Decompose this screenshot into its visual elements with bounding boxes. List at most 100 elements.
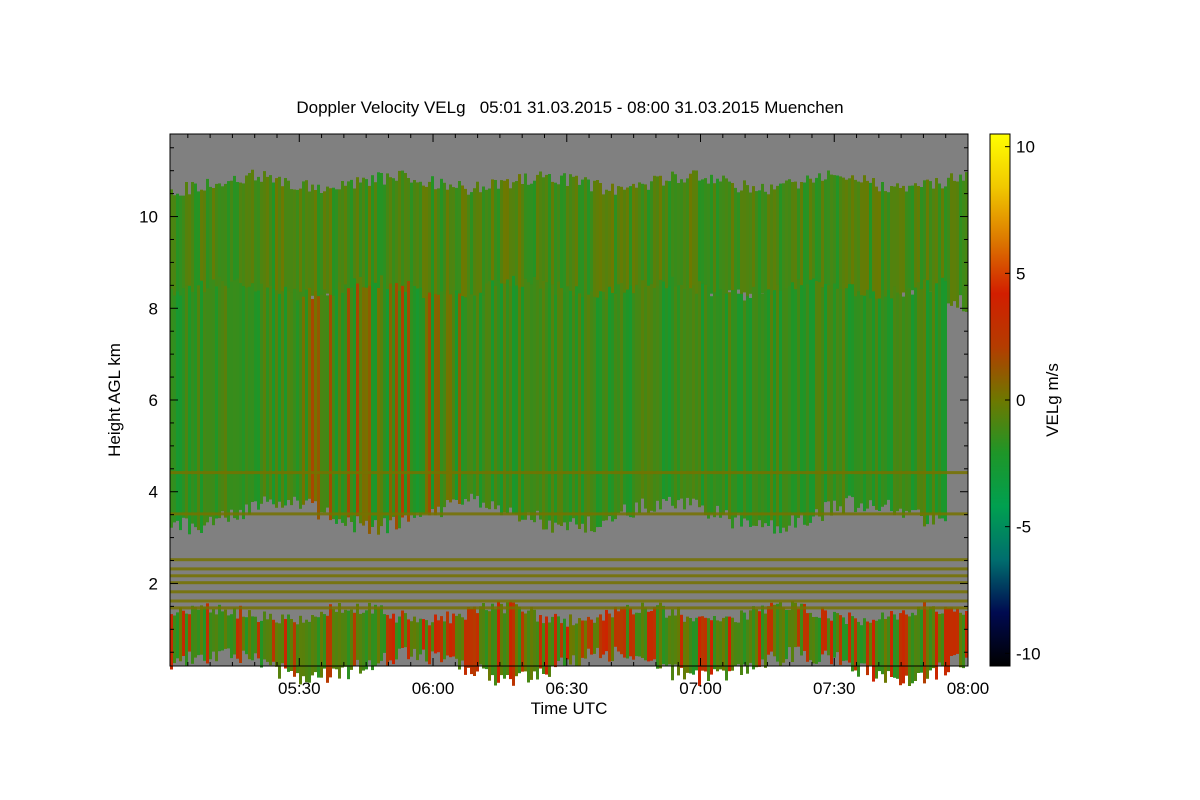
y-tick-label: 2 — [149, 574, 158, 593]
velocity-column — [704, 617, 707, 672]
velocity-column — [455, 615, 458, 659]
velocity-column — [434, 189, 437, 312]
clutter-band — [170, 590, 968, 594]
velocity-column — [749, 610, 752, 663]
velocity-column — [347, 181, 350, 304]
velocity-column — [890, 186, 893, 310]
velocity-column — [749, 298, 752, 527]
x-tick-label: 06:00 — [412, 679, 455, 698]
velocity-column — [590, 191, 593, 305]
velocity-column — [206, 288, 209, 523]
velocity-column — [305, 619, 308, 683]
velocity-column — [800, 603, 803, 656]
velocity-column — [539, 615, 542, 669]
colorbar-label: VELg m/s — [1043, 363, 1062, 437]
velocity-column — [653, 288, 656, 512]
velocity-column — [737, 622, 740, 664]
y-tick-label: 6 — [149, 391, 158, 410]
velocity-column — [236, 618, 239, 659]
velocity-column — [743, 300, 746, 519]
velocity-column — [893, 614, 896, 678]
velocity-column — [233, 280, 236, 519]
velocity-column — [440, 291, 443, 518]
velocity-column — [422, 298, 425, 514]
velocity-column — [383, 280, 386, 519]
colorbar-tick-label: -5 — [1016, 518, 1031, 537]
velocity-column — [728, 181, 731, 291]
velocity-column — [914, 615, 917, 681]
velocity-column — [341, 181, 344, 304]
velocity-column — [785, 180, 788, 304]
velocity-column — [719, 181, 722, 299]
velocity-column — [686, 178, 689, 307]
velocity-column — [347, 610, 350, 680]
velocity-column — [650, 284, 653, 511]
velocity-column — [365, 287, 368, 521]
velocity-column — [683, 621, 686, 680]
velocity-column — [716, 620, 719, 672]
velocity-column — [596, 617, 599, 648]
velocity-column — [323, 191, 326, 292]
velocity-column — [740, 190, 743, 298]
velocity-column — [734, 187, 737, 296]
velocity-column — [524, 278, 527, 520]
velocity-column — [725, 293, 728, 511]
velocity-column — [935, 178, 938, 296]
velocity-column — [719, 289, 722, 518]
velocity-column — [869, 622, 872, 666]
velocity-column — [755, 609, 758, 668]
clutter-band — [170, 471, 968, 475]
velocity-column — [317, 617, 320, 678]
velocity-column — [371, 282, 374, 527]
velocity-column — [392, 613, 395, 665]
velocity-column — [806, 613, 809, 662]
velocity-column — [818, 282, 821, 517]
velocity-column — [827, 618, 830, 656]
velocity-column — [938, 278, 941, 519]
velocity-column — [500, 180, 503, 297]
velocity-column — [347, 288, 350, 518]
velocity-column — [731, 290, 734, 529]
velocity-column — [899, 188, 902, 295]
velocity-column — [314, 291, 317, 502]
velocity-column — [656, 286, 659, 501]
velocity-column — [872, 619, 875, 682]
velocity-column — [866, 289, 869, 509]
velocity-column — [929, 181, 932, 292]
velocity-column — [779, 183, 782, 302]
velocity-column — [608, 286, 611, 517]
velocity-column — [896, 619, 899, 679]
velocity-column — [815, 281, 818, 510]
velocity-column — [635, 284, 638, 503]
velocity-column — [512, 602, 515, 686]
velocity-column — [368, 602, 371, 661]
velocity-column — [326, 295, 329, 508]
velocity-column — [935, 283, 938, 515]
velocity-column — [662, 605, 665, 664]
velocity-column — [485, 610, 488, 670]
velocity-column — [458, 181, 461, 312]
velocity-column — [695, 293, 698, 500]
velocity-column — [494, 286, 497, 510]
velocity-column — [371, 613, 374, 671]
velocity-column — [383, 614, 386, 653]
velocity-column — [392, 178, 395, 304]
velocity-column — [551, 616, 554, 666]
velocity-column — [461, 617, 464, 661]
velocity-column — [422, 619, 425, 650]
velocity-column — [806, 284, 809, 526]
velocity-column — [545, 282, 548, 530]
velocity-column — [239, 605, 242, 663]
velocity-column — [776, 284, 779, 527]
velocity-column — [908, 185, 911, 306]
velocity-column — [851, 616, 854, 672]
velocity-column — [893, 286, 896, 516]
velocity-column — [788, 610, 791, 648]
velocity-column — [500, 283, 503, 516]
velocity-column — [308, 287, 311, 499]
velocity-column — [434, 294, 437, 516]
velocity-column — [362, 612, 365, 671]
velocity-column — [386, 289, 389, 534]
velocity-column — [623, 606, 626, 658]
velocity-column — [761, 605, 764, 660]
